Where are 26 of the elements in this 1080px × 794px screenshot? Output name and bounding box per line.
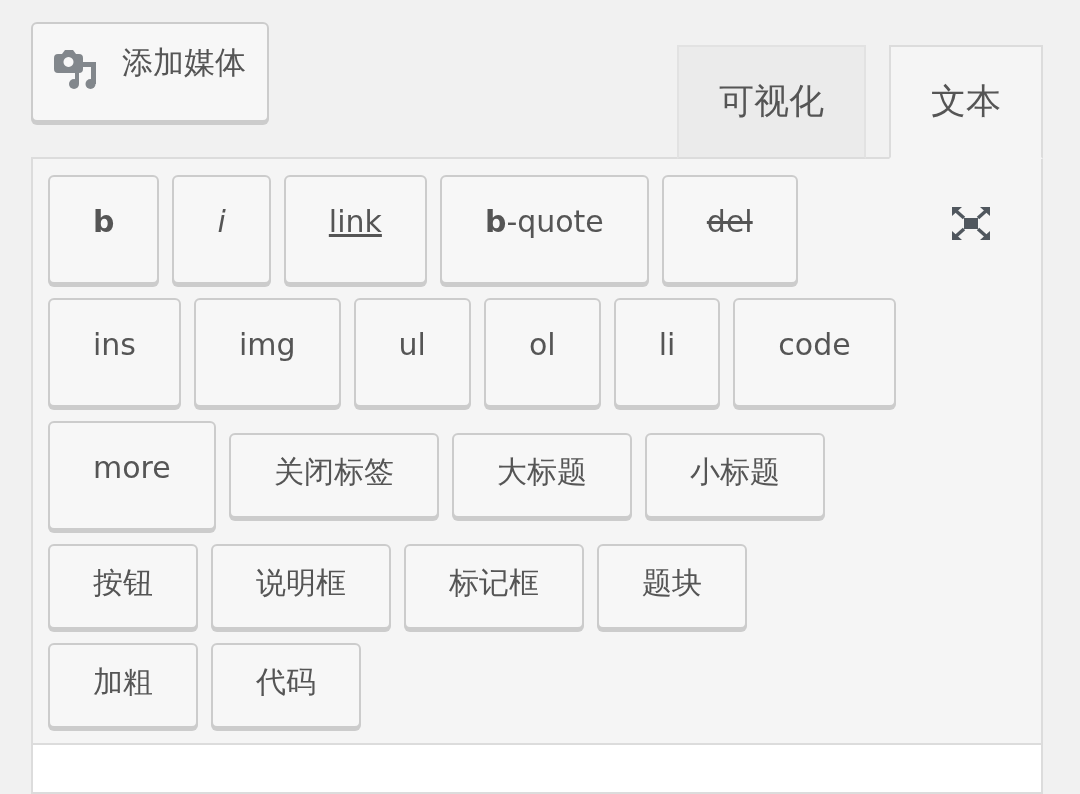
tag-button[interactable]: b <box>48 175 160 284</box>
tag-button[interactable]: 题块 <box>597 544 747 629</box>
tag-button[interactable]: 大标题 <box>451 433 632 518</box>
editor-tab[interactable]: 可视化 <box>677 45 866 159</box>
tag-button[interactable]: 加粗 <box>48 643 198 728</box>
editor-tab[interactable]: 文本 <box>889 45 1043 159</box>
tag-button[interactable]: 说明框 <box>211 544 391 629</box>
tag-button[interactable]: 代码 <box>211 643 361 728</box>
tag-button[interactable]: code <box>733 298 896 407</box>
tag-button[interactable]: li <box>613 298 721 407</box>
tag-button[interactable]: img <box>194 298 341 407</box>
tag-button[interactable]: del <box>661 175 798 284</box>
tag-button[interactable]: 标记框 <box>404 544 584 629</box>
tag-button[interactable]: more <box>48 421 216 530</box>
tag-button[interactable]: ins <box>48 298 181 407</box>
tag-button[interactable]: ul <box>353 298 471 407</box>
fullscreen-icon[interactable] <box>952 207 990 240</box>
tag-button[interactable]: 小标题 <box>644 433 825 518</box>
tag-button[interactable]: 关闭标签 <box>228 433 439 518</box>
camera-music-note-icon <box>54 48 96 90</box>
tag-button[interactable]: link <box>283 175 427 284</box>
tag-button[interactable]: ol <box>483 298 601 407</box>
tag-button[interactable]: b-quote <box>439 175 649 284</box>
add-media-button[interactable]: 添加媒体 <box>31 22 269 122</box>
tag-button[interactable]: 按钮 <box>48 544 198 629</box>
tag-button[interactable]: i <box>172 175 271 284</box>
